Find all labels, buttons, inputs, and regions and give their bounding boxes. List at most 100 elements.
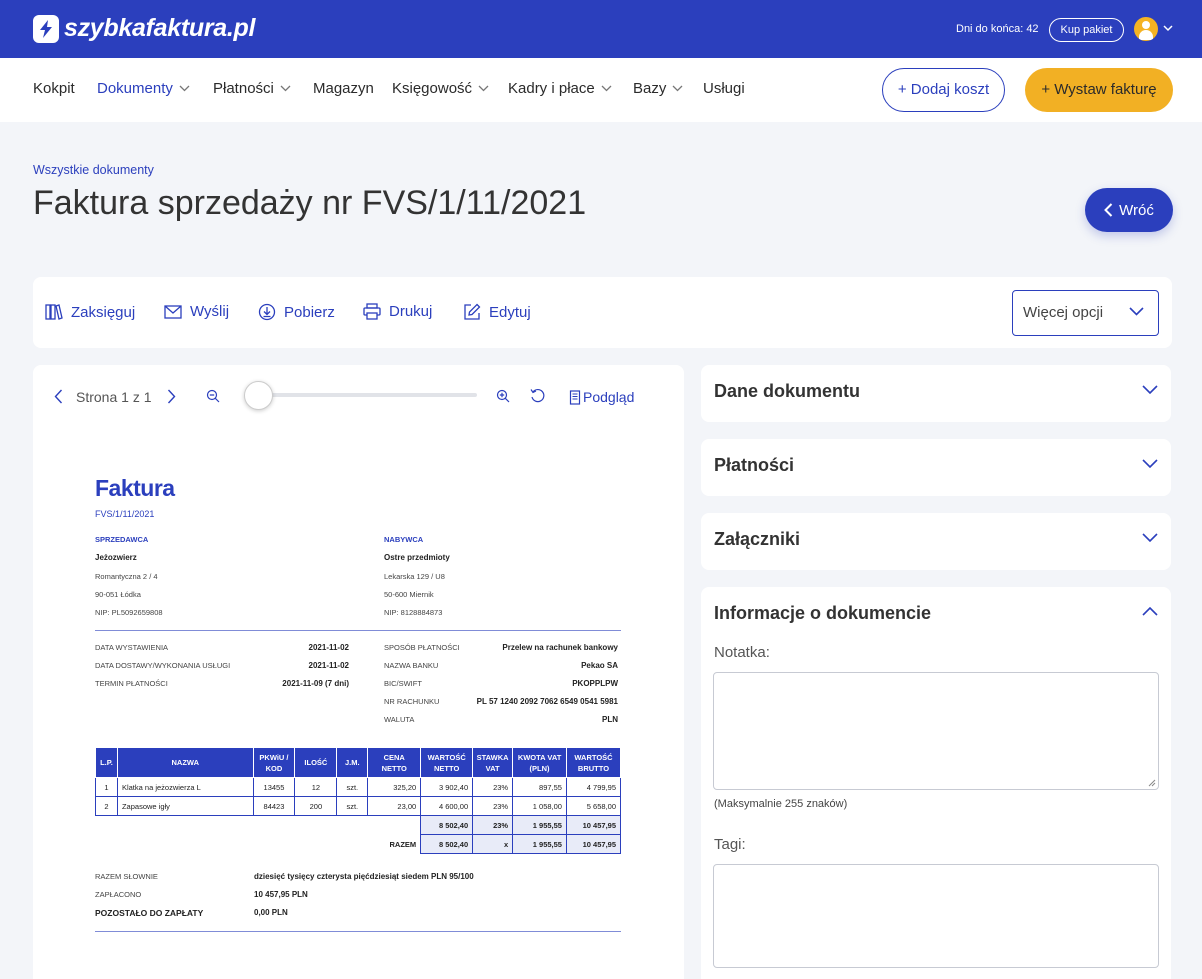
table-cell: 23,00 bbox=[367, 796, 422, 816]
issue-invoice-button[interactable]: + Wystaw fakturę bbox=[1025, 68, 1173, 112]
main-nav: Kokpit Dokumenty Płatności Magazyn Księg… bbox=[0, 58, 1202, 122]
nav-label: Magazyn bbox=[313, 80, 374, 97]
column-header: PKWiU / KOD bbox=[252, 747, 296, 778]
edit-label: Edytuj bbox=[489, 303, 531, 321]
nav-item-ksiegowosc[interactable]: Księgowość bbox=[392, 80, 489, 97]
rotate-icon[interactable] bbox=[530, 388, 545, 403]
currency: PLN bbox=[602, 715, 618, 724]
book-label: Zaksięguj bbox=[71, 303, 136, 321]
total-label: RAZEM bbox=[389, 839, 417, 849]
back-label: Wróć bbox=[1119, 201, 1154, 219]
panel-title[interactable]: Informacje o dokumencie bbox=[714, 603, 931, 624]
total-row: RAZEM 8 502,40 x 1 955,55 10 457,95 bbox=[96, 834, 622, 854]
books-icon bbox=[45, 304, 63, 320]
payments-panel[interactable]: Płatności bbox=[701, 439, 1171, 496]
page-title: Faktura sprzedaży nr FVS/1/11/2021 bbox=[33, 184, 587, 222]
document-toolbar: Zaksięguj Wyślij Pobierz Drukuj Edytuj W… bbox=[33, 277, 1172, 348]
document-icon bbox=[569, 389, 581, 405]
resize-handle-icon[interactable] bbox=[1148, 779, 1156, 787]
note-textarea[interactable] bbox=[713, 672, 1159, 790]
table-row: 2 Zapasowe igły 84423 200 szt. 23,00 4 6… bbox=[95, 796, 622, 816]
back-button[interactable]: Wróć bbox=[1085, 188, 1173, 232]
payment-method-label: SPOSÓB PŁATNOŚCI bbox=[384, 643, 460, 652]
print-button[interactable]: Drukuj bbox=[363, 303, 432, 320]
total-vat: 1 955,55 bbox=[512, 834, 567, 854]
tags-label: Tagi: bbox=[714, 836, 746, 853]
total-vat-rate: x bbox=[472, 834, 514, 854]
send-button[interactable]: Wyślij bbox=[164, 303, 229, 320]
download-button[interactable]: Pobierz bbox=[258, 303, 335, 321]
nav-item-dokumenty[interactable]: Dokumenty bbox=[97, 80, 190, 97]
breadcrumb[interactable]: Wszystkie dokumenty bbox=[33, 163, 154, 177]
column-header: KWOTA VAT (PLN) bbox=[512, 747, 567, 778]
bolt-icon bbox=[33, 14, 59, 43]
paid-label: ZAPŁACONO bbox=[95, 890, 142, 899]
chevron-down-icon[interactable] bbox=[1163, 25, 1173, 32]
issue-date-label: DATA WYSTAWIENIA bbox=[95, 643, 169, 652]
bank-name: Pekao SA bbox=[581, 661, 618, 670]
column-header: CENA NETTO bbox=[367, 747, 422, 778]
divider bbox=[95, 630, 621, 631]
chevron-left-icon[interactable] bbox=[54, 389, 63, 404]
column-header: L.P. bbox=[95, 747, 118, 778]
nav-item-bazy[interactable]: Bazy bbox=[633, 80, 683, 97]
items-table: L.P. NAZWA PKWiU / KOD ILOŚĆ J.M. CENA N… bbox=[95, 747, 622, 854]
nav-label: Dokumenty bbox=[97, 80, 173, 97]
total-gross: 10 457,95 bbox=[565, 834, 622, 854]
table-cell: 84423 bbox=[252, 796, 296, 816]
nav-item-kadry[interactable]: Kadry i płace bbox=[508, 80, 612, 97]
book-button[interactable]: Zaksięguj bbox=[45, 303, 135, 321]
panel-title: Płatności bbox=[714, 455, 795, 475]
table-cell: 13455 bbox=[252, 777, 296, 797]
document-data-panel[interactable]: Dane dokumentu bbox=[701, 365, 1171, 422]
tags-input[interactable] bbox=[713, 864, 1159, 968]
seller-name: Jeżozwierz bbox=[95, 553, 137, 562]
table-cell: 1 bbox=[95, 777, 118, 797]
nav-item-kokpit[interactable]: Kokpit bbox=[33, 80, 75, 97]
column-header: ILOŚĆ bbox=[294, 747, 338, 778]
subtotal-gross: 10 457,95 bbox=[565, 815, 622, 835]
amount-in-words: dziesięć tysięcy czterysta pięćdziesiąt … bbox=[254, 872, 474, 881]
zoom-in-icon[interactable] bbox=[496, 389, 510, 403]
nav-item-platnosci[interactable]: Płatności bbox=[213, 80, 291, 97]
print-label: Drukuj bbox=[389, 303, 433, 320]
subtotal-vat-rate: 23% bbox=[472, 815, 514, 835]
chevron-down-icon bbox=[478, 85, 489, 92]
logo[interactable]: szybkafaktura.pl bbox=[33, 14, 255, 43]
preview-button[interactable]: Podgląd bbox=[569, 389, 634, 405]
table-cell: 5 658,00 bbox=[565, 796, 622, 816]
table-cell: 1 058,00 bbox=[512, 796, 567, 816]
bank-label: NAZWA BANKU bbox=[384, 661, 439, 670]
preview-label: Podgląd bbox=[583, 389, 635, 405]
avatar[interactable] bbox=[1134, 17, 1158, 41]
panel-title: Dane dokumentu bbox=[714, 381, 861, 401]
chevron-right-icon[interactable] bbox=[167, 389, 176, 404]
panel-title: Załączniki bbox=[714, 529, 801, 549]
nav-item-uslugi[interactable]: Usługi bbox=[703, 80, 745, 97]
in-words-label: RAZEM SŁOWNIE bbox=[95, 872, 158, 881]
table-cell: 897,55 bbox=[512, 777, 567, 797]
chevron-down-icon bbox=[1142, 533, 1158, 542]
chevron-up-icon[interactable] bbox=[1142, 607, 1158, 616]
buy-package-button[interactable]: Kup pakiet bbox=[1049, 18, 1124, 42]
attachments-panel[interactable]: Załączniki bbox=[701, 513, 1171, 570]
subtotal-vat: 1 955,55 bbox=[512, 815, 567, 835]
zoom-slider-handle[interactable] bbox=[244, 381, 273, 410]
zoom-out-icon[interactable] bbox=[206, 389, 220, 403]
paid-amount: 10 457,95 PLN bbox=[254, 890, 308, 899]
table-cell: 3 902,40 bbox=[420, 777, 474, 797]
table-cell: 4 799,95 bbox=[565, 777, 622, 797]
table-cell: szt. bbox=[336, 777, 369, 797]
subtotal-row: 8 502,40 23% 1 955,55 10 457,95 bbox=[96, 815, 622, 835]
more-options-select[interactable]: Więcej opcji bbox=[1012, 290, 1159, 336]
nav-item-magazyn[interactable]: Magazyn bbox=[313, 80, 374, 97]
nav-label: Kokpit bbox=[33, 80, 75, 97]
seller-nip: NIP: PL5092659808 bbox=[95, 608, 163, 617]
chevron-down-icon bbox=[1142, 385, 1158, 394]
add-cost-button[interactable]: + Dodaj koszt bbox=[882, 68, 1005, 112]
zoom-slider-track[interactable] bbox=[247, 393, 477, 397]
edit-button[interactable]: Edytuj bbox=[463, 303, 531, 321]
chevron-down-icon bbox=[1129, 307, 1144, 316]
table-header: L.P. NAZWA PKWiU / KOD ILOŚĆ J.M. CENA N… bbox=[95, 747, 622, 778]
chevron-down-icon bbox=[1142, 459, 1158, 468]
